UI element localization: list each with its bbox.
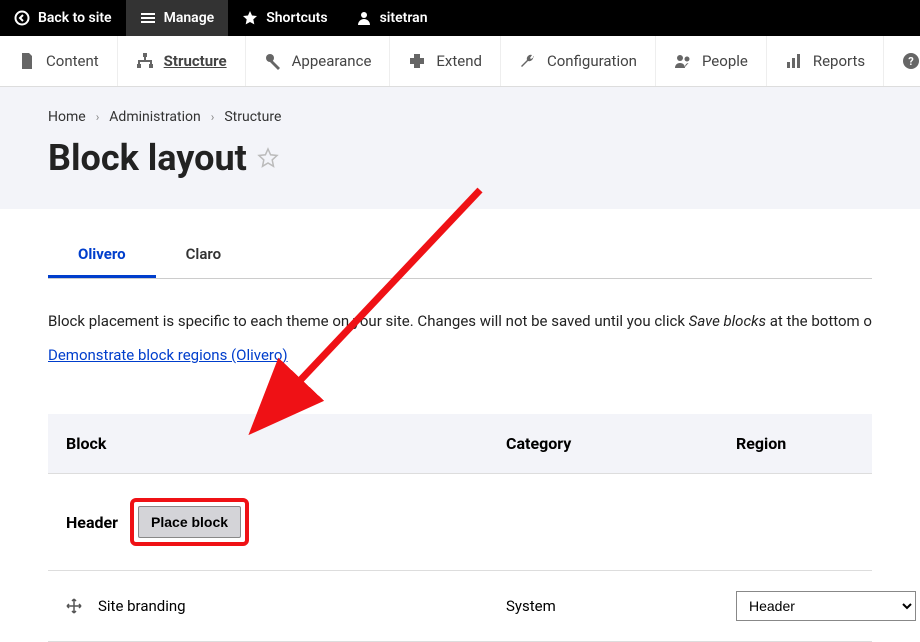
block-name: Site branding: [98, 597, 186, 615]
theme-tab-claro[interactable]: Claro: [156, 233, 251, 278]
tab-content[interactable]: Content: [0, 36, 118, 86]
description-text: Block placement is specific to each them…: [48, 309, 872, 333]
tab-content-label: Content: [46, 52, 99, 70]
table-header: Block Category Region: [48, 414, 872, 474]
block-table: Block Category Region Header Place block…: [48, 414, 872, 642]
desc-emph: Save blocks: [689, 312, 766, 330]
tab-appearance[interactable]: Appearance: [246, 36, 391, 86]
help-icon: ?: [902, 52, 920, 70]
toolbar-manage-label: Manage: [164, 10, 215, 26]
reports-icon: [785, 52, 803, 70]
drag-handle-icon[interactable]: [66, 598, 82, 614]
toolbar-back-label: Back to site: [38, 10, 112, 26]
toolbar-user[interactable]: sitetran: [342, 0, 442, 36]
svg-text:?: ?: [908, 55, 914, 68]
tab-people-label: People: [702, 52, 748, 70]
tab-structure[interactable]: Structure: [118, 36, 246, 86]
toolbar-shortcuts-label: Shortcuts: [266, 10, 327, 26]
tab-people[interactable]: People: [656, 36, 767, 86]
tab-structure-label: Structure: [164, 52, 227, 70]
region-select[interactable]: Header: [736, 591, 916, 621]
tab-help[interactable]: ? Help: [884, 36, 920, 86]
extend-icon: [408, 52, 426, 70]
tab-reports[interactable]: Reports: [767, 36, 884, 86]
header-area: Home › Administration › Structure Block …: [0, 87, 920, 209]
breadcrumb-home[interactable]: Home: [48, 109, 86, 125]
content: Olivero Claro Block placement is specifi…: [0, 209, 920, 642]
page-title: Block layout: [48, 137, 247, 179]
tab-configuration-label: Configuration: [547, 52, 637, 70]
star-outline-icon[interactable]: [257, 147, 279, 169]
annotation-highlight: Place block: [130, 498, 249, 546]
chevron-right-icon: ›: [96, 110, 100, 124]
appearance-icon: [264, 52, 282, 70]
desc-prefix: Block placement is specific to each them…: [48, 312, 689, 330]
structure-icon: [136, 52, 154, 70]
back-arrow-icon: [14, 10, 30, 26]
th-region: Region: [736, 434, 854, 453]
star-icon: [242, 10, 258, 26]
toolbar-back-to-site[interactable]: Back to site: [0, 0, 126, 36]
toolbar-manage[interactable]: Manage: [126, 0, 229, 36]
theme-tab-olivero[interactable]: Olivero: [48, 233, 156, 278]
tab-extend[interactable]: Extend: [390, 36, 501, 86]
desc-suffix: at the bottom o: [766, 312, 872, 330]
breadcrumb-structure[interactable]: Structure: [224, 109, 281, 125]
file-icon: [18, 52, 36, 70]
table-row: Site branding System Header: [48, 571, 872, 642]
th-block: Block: [66, 434, 506, 453]
tab-configuration[interactable]: Configuration: [501, 36, 656, 86]
region-name: Header: [66, 513, 118, 532]
admin-tabs: Content Structure Appearance Extend Conf…: [0, 36, 920, 87]
user-icon: [356, 10, 372, 26]
admin-toolbar: Back to site Manage Shortcuts sitetran: [0, 0, 920, 36]
toolbar-shortcuts[interactable]: Shortcuts: [228, 0, 341, 36]
breadcrumb-administration[interactable]: Administration: [109, 109, 200, 125]
chevron-right-icon: ›: [211, 110, 215, 124]
toolbar-user-label: sitetran: [380, 10, 428, 26]
page-title-wrap: Block layout: [48, 137, 872, 179]
region-row-header: Header Place block: [48, 474, 872, 571]
wrench-icon: [519, 52, 537, 70]
theme-tabs: Olivero Claro: [48, 233, 872, 279]
tab-extend-label: Extend: [436, 52, 482, 70]
demonstrate-regions-link[interactable]: Demonstrate block regions (Olivero): [48, 346, 288, 364]
tab-appearance-label: Appearance: [292, 52, 372, 70]
th-category: Category: [506, 434, 736, 453]
hamburger-icon: [140, 10, 156, 26]
block-category: System: [506, 597, 736, 615]
tab-reports-label: Reports: [813, 52, 865, 70]
breadcrumb: Home › Administration › Structure: [48, 109, 872, 125]
place-block-button[interactable]: Place block: [138, 506, 241, 538]
people-icon: [674, 52, 692, 70]
